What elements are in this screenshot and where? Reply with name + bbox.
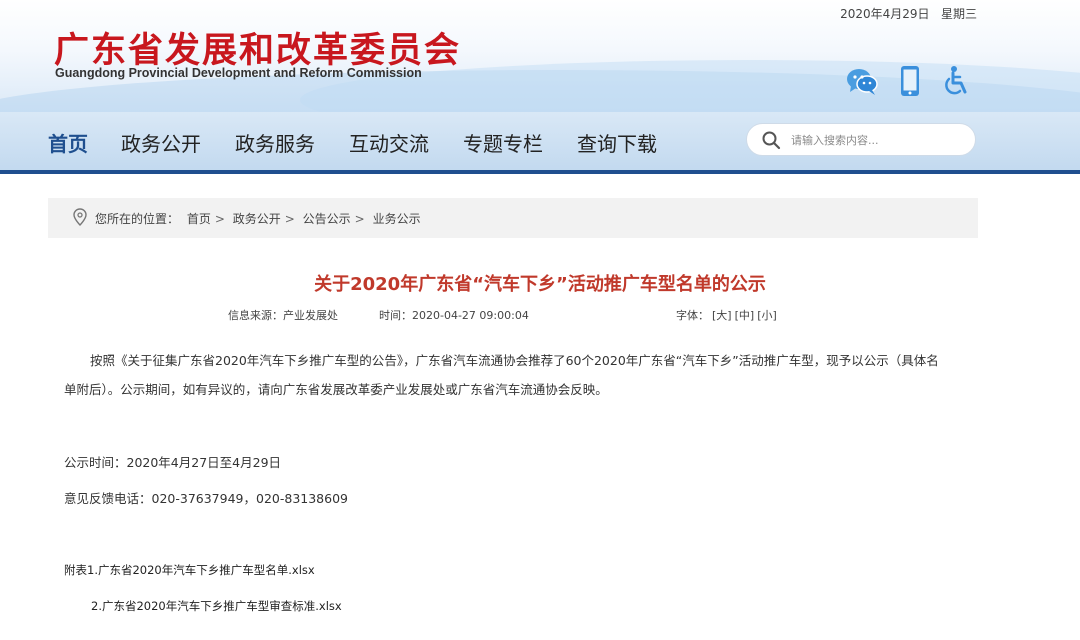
site-subtitle: Guangdong Provincial Development and Ref…: [55, 66, 422, 80]
search-input[interactable]: [791, 130, 966, 150]
font-size-label: 字体：: [676, 309, 709, 322]
notice-period: 公示时间：2020年4月27日至4月29日: [64, 455, 282, 470]
font-size-control: 字体： [大] [中] [小]: [676, 307, 777, 323]
attachment-link[interactable]: 附表1.广东省2020年汽车下乡推广车型名单.xlsx: [64, 562, 315, 578]
current-date: 2020年4月29日: [840, 7, 930, 21]
attachment-link[interactable]: 2.广东省2020年汽车下乡推广车型审查标准.xlsx: [91, 598, 342, 614]
mobile-icon[interactable]: [893, 64, 927, 98]
article-paragraph-line: 单附后）。公示期间，如有异议的，请向广东省发展改革委产业发展处或广东省汽车流通协…: [64, 382, 608, 397]
location-pin-icon: [73, 208, 87, 226]
breadcrumb: 您所在的位置： 首页 > 政务公开 > 公告公示 > 业务公示: [48, 198, 978, 238]
nav-item-home[interactable]: 首页: [48, 128, 88, 157]
article-title: 关于2020年广东省“汽车下乡”活动推广车型名单的公示: [314, 274, 766, 295]
breadcrumb-item-business-notices[interactable]: 业务公示: [373, 212, 421, 226]
breadcrumb-separator: >: [214, 212, 225, 226]
font-size-large-button[interactable]: [大]: [712, 309, 732, 322]
article-time: 时间：2020-04-27 09:00:04: [379, 309, 529, 322]
nav-item-government-services[interactable]: 政务服务: [235, 128, 315, 157]
breadcrumb-item-government-affairs[interactable]: 政务公开: [233, 212, 281, 226]
nav-item-query-download[interactable]: 查询下载: [577, 128, 657, 157]
nav-item-government-affairs[interactable]: 政务公开: [121, 128, 201, 157]
current-weekday: 星期三: [940, 7, 977, 21]
main-nav: 首页 政务公开 政务服务 互动交流 专题专栏 查询下载: [0, 112, 1080, 174]
breadcrumb-item-announcements[interactable]: 公告公示: [303, 212, 351, 226]
search-box[interactable]: [746, 123, 976, 156]
breadcrumb-separator: >: [284, 212, 295, 226]
wechat-icon[interactable]: [845, 64, 879, 98]
article-source: 信息来源：产业发展处: [228, 309, 338, 322]
breadcrumb-item-home[interactable]: 首页: [187, 212, 211, 226]
article-paragraph-line: 按照《关于征集广东省2020年汽车下乡推广车型的公告》，广东省汽车流通协会推荐了…: [90, 353, 939, 368]
nav-divider: [0, 170, 1080, 174]
font-size-small-button[interactable]: [小]: [757, 309, 777, 322]
accessibility-icon[interactable]: [939, 64, 973, 98]
breadcrumb-prefix: 您所在的位置：: [95, 212, 180, 226]
header-banner: 2020年4月29日 星期三 广东省发展和改革委员会 Guangdong Pro…: [0, 0, 1080, 112]
search-icon[interactable]: [761, 130, 781, 150]
font-size-medium-button[interactable]: [中]: [735, 309, 755, 322]
date-display: 2020年4月29日 星期三: [840, 5, 977, 22]
nav-item-interaction[interactable]: 互动交流: [349, 128, 429, 157]
nav-item-topics[interactable]: 专题专栏: [463, 128, 543, 157]
breadcrumb-separator: >: [354, 212, 365, 226]
feedback-phone: 意见反馈电话：020-37637949，020-83138609: [64, 491, 348, 506]
